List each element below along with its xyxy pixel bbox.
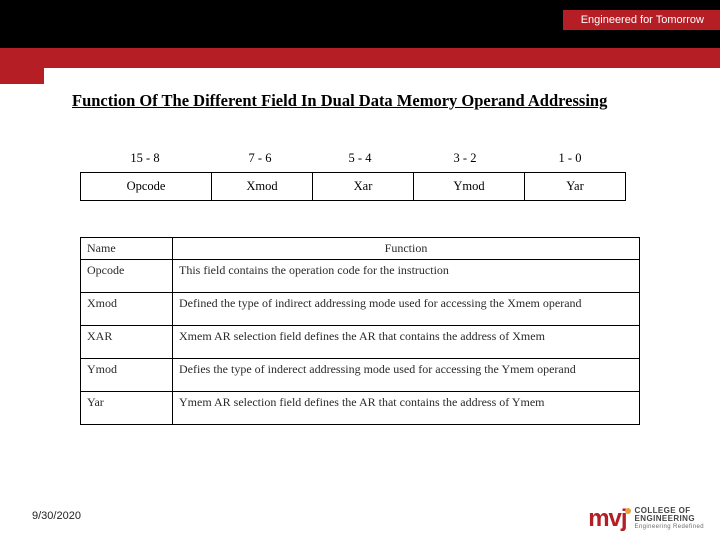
table-row: Yar Ymem AR selection field defines the … [81, 392, 640, 425]
footer-date: 9/30/2020 [32, 510, 81, 522]
bit-range: 15 - 8 [80, 151, 210, 172]
logo-sub: Engineering Redefined [635, 524, 704, 530]
bit-range: 7 - 6 [210, 151, 310, 172]
field-name: XAR [81, 326, 173, 359]
function-table: Name Function Opcode This field contains… [80, 237, 640, 425]
tagline-bar: Engineered for Tomorrow [563, 10, 720, 30]
bit-name-cell: Xmod [211, 172, 313, 201]
bit-range-row: 15 - 8 7 - 6 5 - 4 3 - 2 1 - 0 [80, 151, 640, 172]
header-red-corner [0, 48, 44, 84]
table-row: Opcode This field contains the operation… [81, 260, 640, 293]
field-desc: Defies the type of inderect addressing m… [173, 359, 640, 392]
field-name: Xmod [81, 293, 173, 326]
bit-name-cell: Opcode [80, 172, 212, 201]
slide-title: Function Of The Different Field In Dual … [72, 90, 700, 111]
bit-range: 3 - 2 [410, 151, 520, 172]
field-name: Ymod [81, 359, 173, 392]
bit-name-cell: Xar [312, 172, 414, 201]
bit-range: 5 - 4 [310, 151, 410, 172]
logo-main: mvj [588, 505, 626, 532]
table-row: XAR Xmem AR selection field defines the … [81, 326, 640, 359]
logo-line2: ENGINEERING [635, 514, 695, 523]
header-black-bar: Engineered for Tomorrow [0, 0, 720, 48]
field-name: Opcode [81, 260, 173, 293]
field-desc: Ymem AR selection field defines the AR t… [173, 392, 640, 425]
logo-subtext: COLLEGE OF ENGINEERING Engineering Redef… [635, 507, 704, 530]
tagline-text: Engineered for Tomorrow [581, 14, 704, 26]
college-logo: mvj COLLEGE OF ENGINEERING Engineering R… [588, 507, 704, 530]
table-header-row: Name Function [81, 238, 640, 260]
logo-dot-icon [625, 508, 631, 514]
table-header: Name [81, 238, 173, 260]
bit-name-cell: Ymod [413, 172, 525, 201]
bit-range: 1 - 0 [520, 151, 620, 172]
bit-name-row: Opcode Xmod Xar Ymod Yar [80, 172, 640, 201]
field-desc: Defined the type of indirect addressing … [173, 293, 640, 326]
table-row: Ymod Defies the type of inderect address… [81, 359, 640, 392]
field-desc: This field contains the operation code f… [173, 260, 640, 293]
bit-field-diagram: 15 - 8 7 - 6 5 - 4 3 - 2 1 - 0 Opcode Xm… [80, 151, 640, 201]
field-name: Yar [81, 392, 173, 425]
logo-text: mvj [588, 508, 630, 530]
table-header: Function [173, 238, 640, 260]
bit-name-cell: Yar [524, 172, 626, 201]
header-red-band [10, 48, 720, 68]
table-row: Xmod Defined the type of indirect addres… [81, 293, 640, 326]
field-desc: Xmem AR selection field defines the AR t… [173, 326, 640, 359]
